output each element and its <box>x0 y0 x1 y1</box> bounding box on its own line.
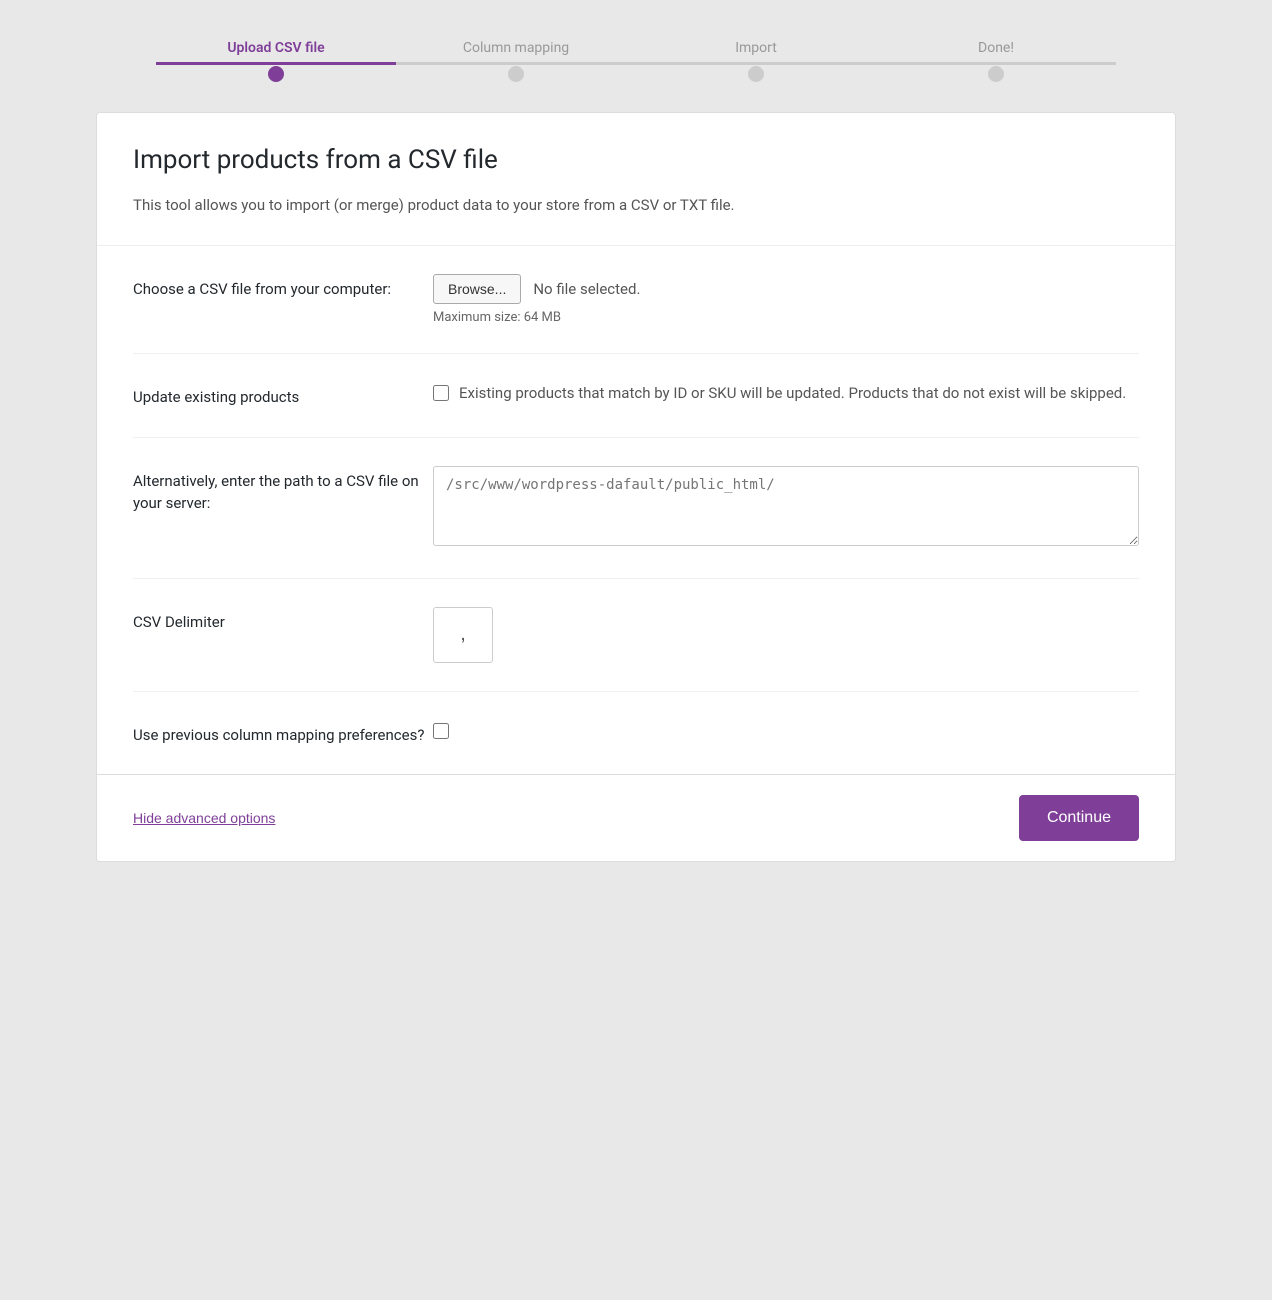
step-1-dot <box>268 66 284 82</box>
choose-csv-label: Choose a CSV file from your computer: <box>133 274 433 301</box>
step-2-dot <box>508 66 524 82</box>
server-path-input[interactable] <box>433 466 1139 546</box>
update-existing-control: Existing products that match by ID or SK… <box>433 382 1139 405</box>
step-3: Import <box>636 40 876 82</box>
hide-advanced-button[interactable]: Hide advanced options <box>133 810 275 826</box>
step-4: Done! <box>876 40 1116 82</box>
update-existing-row: Update existing products Existing produc… <box>133 354 1139 438</box>
page-title: Import products from a CSV file <box>133 145 1139 175</box>
csv-file-row: Choose a CSV file from your computer: Br… <box>133 246 1139 354</box>
card-footer: Hide advanced options Continue <box>97 774 1175 861</box>
column-mapping-control <box>433 720 1139 739</box>
update-existing-description[interactable]: Existing products that match by ID or SK… <box>459 382 1126 405</box>
step-1-label: Upload CSV file <box>227 40 324 56</box>
update-existing-checkbox[interactable] <box>433 385 449 401</box>
card-body: Choose a CSV file from your computer: Br… <box>97 246 1175 774</box>
step-3-dot <box>748 66 764 82</box>
stepper: Upload CSV file Column mapping Import Do… <box>96 20 1176 112</box>
csv-delimiter-input[interactable] <box>433 607 493 663</box>
csv-delimiter-row: CSV Delimiter <box>133 579 1139 692</box>
column-mapping-label: Use previous column mapping preferences? <box>133 720 433 747</box>
step-4-label: Done! <box>978 40 1014 56</box>
update-existing-checkbox-row: Existing products that match by ID or SK… <box>433 382 1139 405</box>
csv-delimiter-control <box>433 607 1139 663</box>
max-size-text: Maximum size: 64 MB <box>433 310 1139 325</box>
step-4-dot <box>988 66 1004 82</box>
column-mapping-checkbox-row <box>433 720 1139 739</box>
browse-button[interactable]: Browse... <box>433 274 521 304</box>
csv-file-control: Browse... No file selected. Maximum size… <box>433 274 1139 325</box>
csv-delimiter-label: CSV Delimiter <box>133 607 433 634</box>
step-2-label: Column mapping <box>463 40 569 56</box>
page-container: Upload CSV file Column mapping Import Do… <box>96 20 1176 862</box>
step-2: Column mapping <box>396 40 636 82</box>
page-description: This tool allows you to import (or merge… <box>133 193 833 217</box>
column-mapping-row: Use previous column mapping preferences? <box>133 692 1139 775</box>
update-existing-label: Update existing products <box>133 382 433 409</box>
step-3-label: Import <box>735 40 777 56</box>
step-1: Upload CSV file <box>156 40 396 82</box>
file-input-row: Browse... No file selected. <box>433 274 1139 304</box>
server-path-label: Alternatively, enter the path to a CSV f… <box>133 466 433 515</box>
column-mapping-checkbox[interactable] <box>433 723 449 739</box>
server-path-control <box>433 466 1139 550</box>
main-card: Import products from a CSV file This too… <box>96 112 1176 862</box>
no-file-text: No file selected. <box>533 280 640 298</box>
card-header: Import products from a CSV file This too… <box>97 113 1175 246</box>
server-path-row: Alternatively, enter the path to a CSV f… <box>133 438 1139 579</box>
continue-button[interactable]: Continue <box>1019 795 1139 841</box>
